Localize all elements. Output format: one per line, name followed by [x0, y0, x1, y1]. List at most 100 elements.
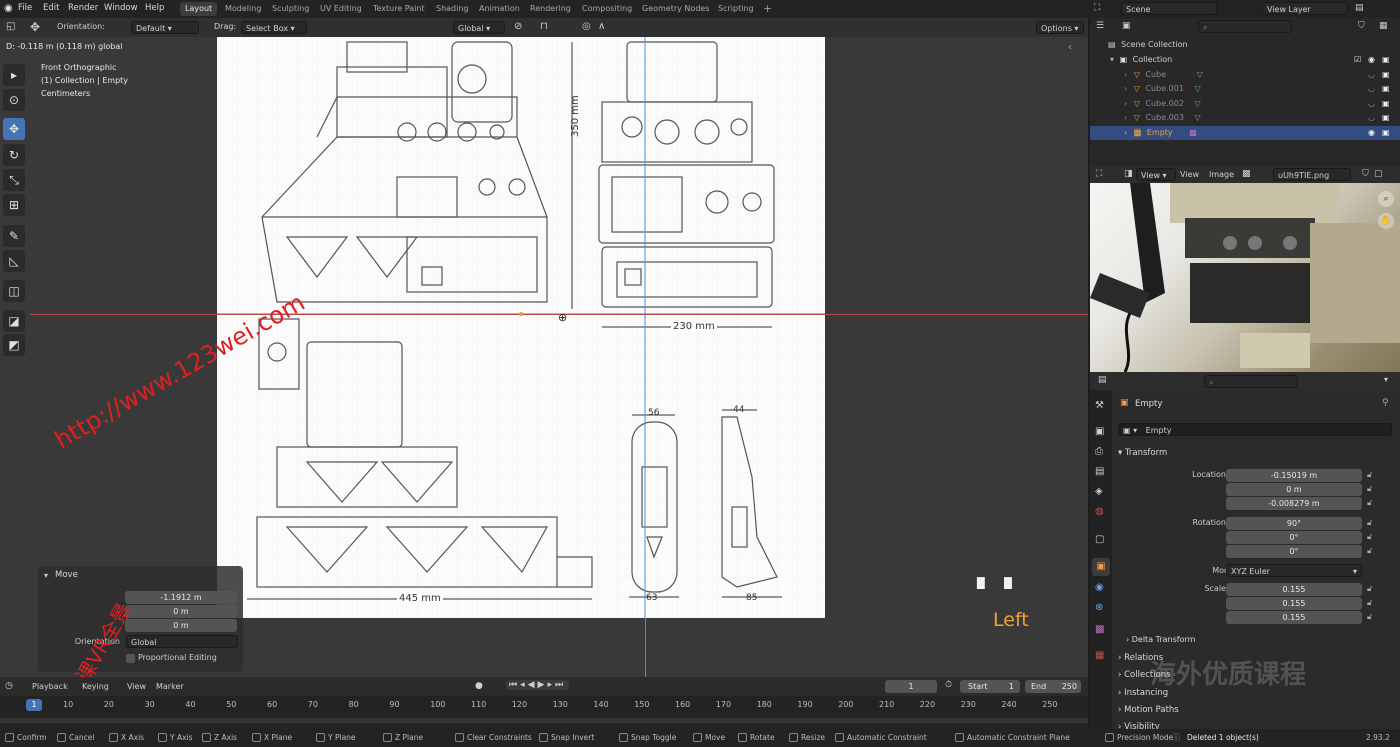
lock-icon[interactable]: 🔓︎: [1367, 532, 1372, 542]
delta-transform-header[interactable]: › Delta Transform: [1126, 635, 1195, 644]
tab-sculpting[interactable]: Sculpting: [267, 2, 314, 16]
tab-rendering[interactable]: Rendering: [525, 2, 576, 16]
view-mode-dropdown[interactable]: View ▾: [1136, 168, 1176, 181]
marker-menu[interactable]: Marker: [156, 682, 184, 691]
physics-tab-icon[interactable]: ◉: [1095, 582, 1104, 593]
tab-uv-editing[interactable]: UV Editing: [315, 2, 367, 16]
rotation-z-field[interactable]: 0°: [1226, 545, 1362, 558]
rotate-tool[interactable]: ↻: [3, 144, 25, 166]
collection-row[interactable]: ▾ ▣ Collection ☑ ◉ ▣: [1090, 53, 1400, 67]
lock-icon[interactable]: 🔓︎: [1367, 484, 1372, 494]
view-layer-icon[interactable]: ▤: [1355, 3, 1364, 13]
properties-editor-icon[interactable]: ▤: [1098, 375, 1107, 385]
object-name-field[interactable]: ▣ ▾ Empty: [1118, 423, 1392, 436]
menu-window[interactable]: Window: [104, 3, 138, 13]
properties-search[interactable]: ⌕: [1204, 375, 1298, 388]
menu-view[interactable]: View: [1180, 170, 1199, 179]
tab-animation[interactable]: Animation: [474, 2, 525, 16]
location-y-field[interactable]: 0 m: [1226, 483, 1362, 496]
outliner-item-empty[interactable]: › ▩ Empty ▩ ◉ ▣: [1090, 126, 1400, 140]
view-layer-selector[interactable]: View Layer: [1262, 2, 1348, 15]
current-frame-field[interactable]: 1: [885, 680, 937, 693]
data-tab-icon[interactable]: ▩: [1095, 624, 1104, 635]
location-x-field[interactable]: -0.15019 m: [1226, 469, 1362, 482]
transform-orientation-dropdown[interactable]: Global ▾: [453, 21, 505, 34]
options-dropdown[interactable]: Options ▾: [1036, 21, 1084, 34]
move-x-field[interactable]: -1.1912 m: [125, 591, 237, 604]
move-tool[interactable]: ✥: [3, 118, 25, 140]
fake-user-icon[interactable]: ⛉: [1362, 169, 1369, 179]
expand-icon[interactable]: ▾: [1110, 55, 1114, 64]
collection-tab-icon[interactable]: ▢: [1095, 534, 1104, 545]
drag-dropdown[interactable]: Select Box ▾: [241, 21, 307, 34]
playhead[interactable]: 1: [26, 699, 42, 711]
annotate-tool[interactable]: ✎: [3, 225, 25, 247]
scene-selector[interactable]: Scene: [1121, 2, 1217, 15]
proportional-checkbox[interactable]: [126, 654, 135, 663]
render-camera-icon[interactable]: ▣: [1382, 68, 1390, 82]
render-camera-icon[interactable]: ▣: [1382, 126, 1390, 140]
tab-texture-paint[interactable]: Texture Paint: [368, 2, 430, 16]
proportional-icon[interactable]: ◎: [582, 21, 591, 32]
rotation-y-field[interactable]: 0°: [1226, 531, 1362, 544]
measure-tool[interactable]: ◺: [3, 250, 25, 272]
lock-icon[interactable]: 🔓︎: [1367, 598, 1372, 608]
rotation-x-field[interactable]: 90°: [1226, 517, 1362, 530]
tab-layout[interactable]: Layout: [180, 2, 218, 16]
constraints-tab-icon[interactable]: ⊗: [1095, 602, 1103, 613]
snap-icon[interactable]: ⊓: [540, 21, 548, 32]
menu-edit[interactable]: Edit: [43, 3, 59, 13]
location-z-field[interactable]: -0.008279 m: [1226, 497, 1362, 510]
view-layer-tab-icon[interactable]: ▤: [1095, 466, 1104, 477]
menu-image[interactable]: Image: [1209, 170, 1234, 179]
display-mode-icon[interactable]: ▣: [1122, 21, 1131, 31]
cursor-tool[interactable]: ⊙: [3, 89, 25, 111]
playback-controls[interactable]: ⏮◂◀▶▸⏭: [506, 680, 570, 690]
timeline-editor-icon[interactable]: ◷: [5, 681, 13, 691]
image-browse-icon[interactable]: ▩: [1242, 169, 1251, 179]
menu-help[interactable]: Help: [145, 3, 164, 13]
lock-icon[interactable]: 🔓︎: [1367, 518, 1372, 528]
falloff-icon[interactable]: ∧: [598, 21, 605, 32]
world-tab-icon[interactable]: ◍: [1095, 506, 1104, 517]
outliner-item-cube-003[interactable]: › ▽ Cube.003 ▽ ◡ ▣: [1090, 111, 1400, 125]
transform-gizmo-icon[interactable]: ✥: [30, 20, 40, 34]
end-frame-field[interactable]: End 250: [1025, 680, 1081, 693]
editor-type-icon[interactable]: ◱: [6, 21, 15, 32]
render-camera-icon[interactable]: ▣: [1382, 97, 1390, 111]
outliner-editor-icon[interactable]: ☰: [1096, 21, 1104, 31]
render-camera-icon[interactable]: ▣: [1382, 53, 1390, 67]
new-image-icon[interactable]: ▢: [1374, 169, 1383, 179]
object-tab-icon[interactable]: ▣: [1092, 558, 1110, 576]
rotation-mode-dropdown[interactable]: XYZ Euler ▾: [1226, 564, 1362, 577]
lock-icon[interactable]: 🔓︎: [1367, 470, 1372, 480]
tab-compositing[interactable]: Compositing: [577, 2, 637, 16]
render-camera-icon[interactable]: ▣: [1382, 82, 1390, 96]
empty-object-icon[interactable]: ⊕: [558, 311, 567, 324]
move-operator-panel[interactable]: ▾ Move Move X -1.1912 m Y 0 m Z 0 m Orie…: [38, 566, 243, 672]
timeline-scrollbar[interactable]: [0, 718, 1088, 723]
view-menu[interactable]: View: [127, 682, 146, 691]
tab-shading[interactable]: Shading: [431, 2, 474, 16]
texture-tab-icon[interactable]: ▦: [1095, 650, 1104, 661]
hidden-eye-icon[interactable]: ◡: [1368, 68, 1375, 82]
playback-menu[interactable]: Playback: [32, 682, 68, 691]
blender-logo-icon[interactable]: ◉: [4, 3, 13, 14]
pin-icon[interactable]: ⚲: [1382, 398, 1389, 408]
collapse-icon[interactable]: ▾: [44, 571, 48, 580]
lock-icon[interactable]: 🔓︎: [1367, 498, 1372, 508]
tab-modeling[interactable]: Modeling: [220, 2, 266, 16]
timeline-ruler[interactable]: 1 10 20 30 40 50 60 70 80 90 100 110 120 130 140 150 16…: [0, 696, 1088, 729]
lock-icon[interactable]: 🔓︎: [1367, 612, 1372, 622]
hidden-eye-icon[interactable]: ◡: [1368, 97, 1375, 111]
image-editor-icon[interactable]: ⛶: [1096, 169, 1102, 179]
keying-menu[interactable]: Keying: [82, 682, 109, 691]
tool-tab-icon[interactable]: ⚒: [1095, 400, 1104, 411]
scale-y-field[interactable]: 0.155: [1226, 597, 1362, 610]
outliner-item-cube[interactable]: › ▽ Cube ▽ ◡ ▣: [1090, 68, 1400, 82]
outliner-item-cube-002[interactable]: › ▽ Cube.002 ▽ ◡ ▣: [1090, 97, 1400, 111]
record-icon[interactable]: ●: [475, 681, 483, 691]
render-camera-icon[interactable]: ▣: [1382, 111, 1390, 125]
visibility-eye-icon[interactable]: ◉: [1368, 126, 1375, 140]
move-z-field[interactable]: 0 m: [125, 619, 237, 632]
